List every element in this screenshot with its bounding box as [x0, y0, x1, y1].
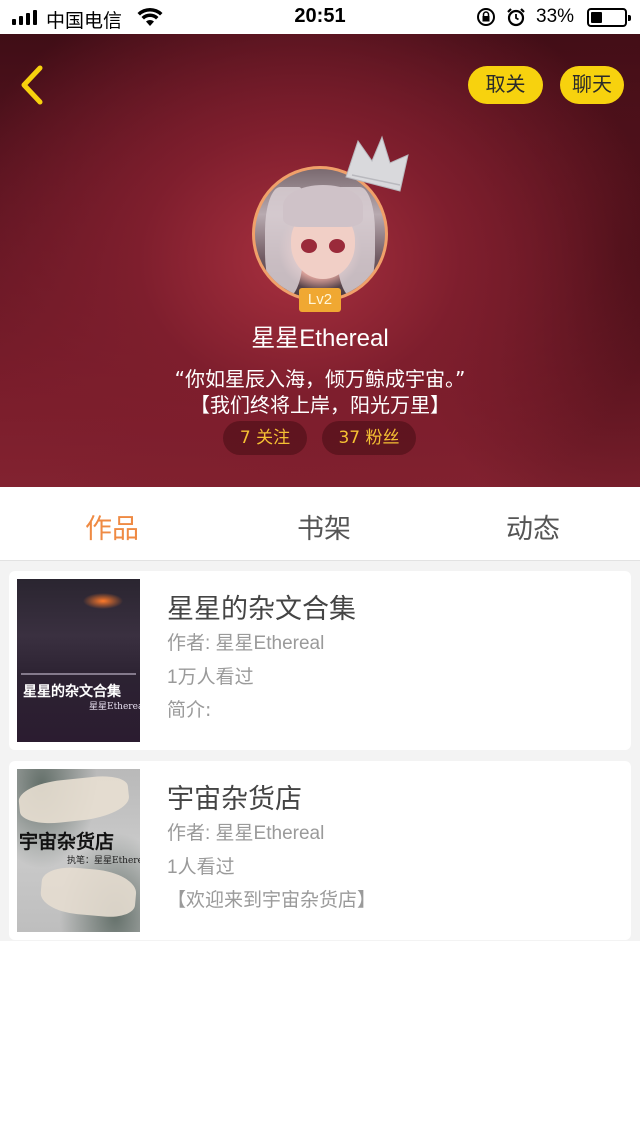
- tab-bookshelf[interactable]: 书架: [264, 507, 384, 546]
- profile-tabs: 作品 书架 动态: [0, 487, 640, 561]
- book-views: 1人看过: [167, 857, 235, 878]
- status-bar: 中国电信 20:51 33%: [0, 0, 640, 34]
- book-intro: 简介:: [167, 699, 212, 721]
- chat-button[interactable]: 聊天: [560, 66, 624, 104]
- level-badge: Lv2: [299, 288, 341, 312]
- bio-line-1: “你如星辰入海，倾万鲸成宇宙。”: [174, 367, 466, 391]
- book-author: 作者: 星星Ethereal: [167, 633, 325, 654]
- cover-author: 星星Ethereal: [89, 702, 140, 712]
- following-count[interactable]: 7 关注: [223, 421, 307, 455]
- cover-author: 执笔：星星Ethereal: [67, 856, 140, 866]
- back-button[interactable]: [14, 62, 50, 108]
- cover-title: 宇宙杂货店: [19, 831, 115, 853]
- username: 星星Ethereal: [251, 325, 389, 352]
- book-cover: 星星的杂文合集 星星Ethereal: [17, 579, 140, 742]
- tab-dynamics[interactable]: 动态: [473, 507, 593, 546]
- battery-icon: [587, 8, 631, 27]
- rotation-lock-icon: [477, 8, 495, 26]
- tab-works[interactable]: 作品: [52, 507, 172, 546]
- alarm-icon: [507, 8, 525, 27]
- book-author: 作者: 星星Ethereal: [167, 823, 325, 844]
- unfollow-button[interactable]: 取关: [468, 66, 543, 104]
- book-title: 星星的杂文合集: [167, 594, 356, 625]
- cover-title: 星星的杂文合集: [23, 684, 121, 700]
- book-views: 1万人看过: [167, 667, 254, 688]
- profile-header: 中国电信 20:51 33% 取关 聊天 Lv2 星星Ethereal “你如星…: [0, 0, 640, 487]
- battery-level: [591, 12, 602, 23]
- book-cover: 宇宙杂货店 执笔：星星Ethereal: [17, 769, 140, 932]
- book-card[interactable]: 宇宙杂货店 执笔：星星Ethereal 宇宙杂货店 作者: 星星Ethereal…: [9, 761, 631, 940]
- followers-count[interactable]: 37 粉丝: [322, 421, 416, 455]
- bio-line-2: 【我们终将上岸，阳光万里】: [190, 393, 450, 417]
- book-title: 宇宙杂货店: [167, 784, 302, 815]
- book-intro: 【欢迎来到宇宙杂货店】: [167, 889, 377, 911]
- book-card[interactable]: 星星的杂文合集 星星Ethereal 星星的杂文合集 作者: 星星Etherea…: [9, 571, 631, 750]
- crown-icon: [345, 135, 409, 192]
- battery-percent: 33%: [536, 6, 575, 27]
